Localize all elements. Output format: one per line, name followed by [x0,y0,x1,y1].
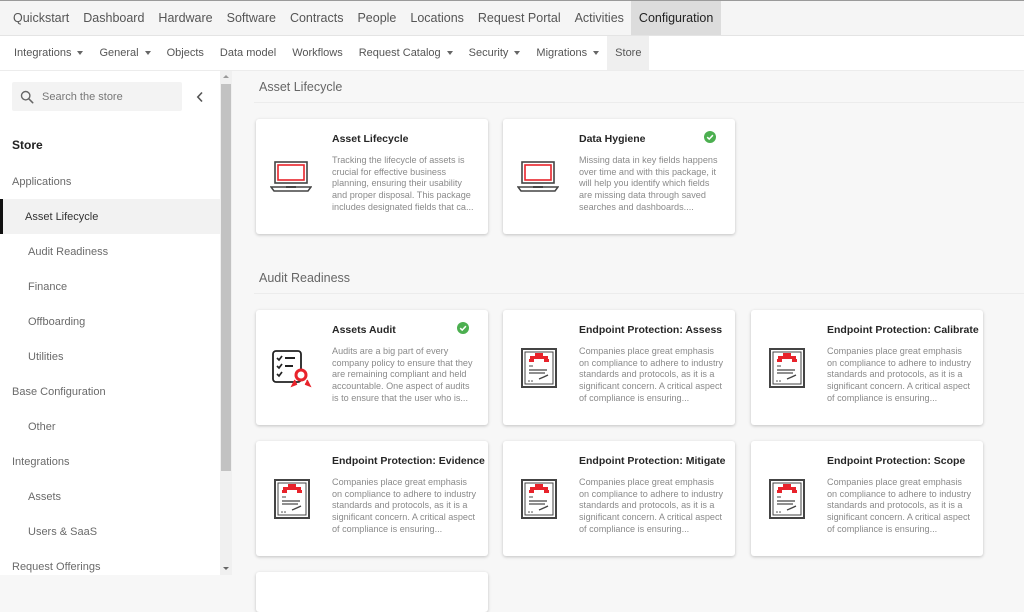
store-search[interactable] [12,82,182,111]
sidebar-item-other[interactable]: Other [0,409,220,444]
scroll-up-arrow-icon[interactable] [223,75,229,78]
certificate-document-icon [769,479,805,519]
scrollbar-thumb[interactable] [221,84,231,471]
laptop-icon [270,161,312,192]
package-card[interactable]: Asset Lifecycle Tracking the lifecycle o… [256,119,488,234]
package-title: Endpoint Protection: Calibrate [827,324,979,336]
package-description: Missing data in key fields happens over … [579,155,718,212]
sub-nav-data-model[interactable]: Data model [212,36,284,70]
sidebar-item-audit-readiness[interactable]: Audit Readiness [0,234,220,269]
top-nav-request-portal[interactable]: Request Portal [471,1,568,35]
sidebar-item-finance[interactable]: Finance [0,269,220,304]
installed-check-icon [457,322,469,334]
certificate-document-icon [521,479,557,519]
top-nav: Quickstart Dashboard Hardware Software C… [0,0,1024,36]
package-card[interactable]: Endpoint Protection: Assess Companies pl… [503,310,735,425]
sidebar-item-utilities[interactable]: Utilities [0,339,220,374]
sub-nav-migrations[interactable]: Migrations [528,36,607,70]
laptop-icon [517,161,559,192]
package-card[interactable]: Assets Audit Audits are a big part of ev… [256,310,488,425]
sub-nav-general[interactable]: General [91,36,158,70]
package-card[interactable]: Endpoint Protection: Calibrate Companies… [751,310,983,425]
sidebar-group-base-configuration[interactable]: Base Configuration [0,374,220,409]
caret-down-icon [77,51,84,55]
sub-nav-label: Security [468,47,509,59]
store-title: Store [12,138,43,152]
sub-nav-store[interactable]: Store [607,36,650,70]
search-input[interactable] [42,90,172,103]
sub-nav-label: Objects [166,47,204,59]
sub-nav-label: Request Catalog [358,47,441,59]
sidebar-group-applications[interactable]: Applications [0,164,220,199]
store-content: Asset Lifecycle Asset Lifecycle Tracking… [232,71,1024,612]
caret-down-icon [446,51,453,55]
sub-nav-objects[interactable]: Objects [159,36,212,70]
sub-nav-workflows[interactable]: Workflows [284,36,351,70]
caret-down-icon [593,51,600,55]
section-divider [254,102,1024,103]
top-nav-contracts[interactable]: Contracts [283,1,351,35]
top-nav-dashboard[interactable]: Dashboard [76,1,151,35]
scroll-down-arrow-icon[interactable] [223,567,229,570]
package-description: Companies place great emphasis on compli… [827,477,972,534]
package-title: Endpoint Protection: Assess [579,324,723,336]
certificate-document-icon [521,348,557,388]
sub-nav-integrations[interactable]: Integrations [6,36,91,70]
package-description: Companies place great emphasis on compli… [579,346,724,403]
caret-down-icon [144,51,151,55]
top-nav-configuration[interactable]: Configuration [630,1,722,35]
package-title: Data Hygiene [579,133,646,145]
sidebar-group-integrations[interactable]: Integrations [0,444,220,479]
package-description: Audits are a big part of every company p… [332,346,473,403]
package-card-partial[interactable] [256,572,488,612]
installed-check-icon [704,131,716,143]
package-description: Companies place great emphasis on compli… [579,477,724,534]
package-card[interactable]: Endpoint Protection: Evidence Companies … [256,441,488,556]
sub-nav: Integrations General Objects Data model … [0,36,1024,71]
sidebar-scrollbar[interactable] [220,71,232,575]
sub-nav-label: Workflows [292,47,343,59]
top-nav-hardware[interactable]: Hardware [151,1,219,35]
caret-down-icon [514,51,521,55]
collapse-sidebar-button[interactable] [193,88,207,106]
sidebar-item-users-saas[interactable]: Users & SaaS [0,514,220,549]
package-title: Endpoint Protection: Scope [827,455,966,467]
sidebar-item-offboarding[interactable]: Offboarding [0,304,220,339]
search-icon [20,90,34,103]
sidebar-item-assets[interactable]: Assets [0,479,220,514]
package-title: Assets Audit [332,324,396,336]
top-nav-people[interactable]: People [350,1,403,35]
top-nav-locations[interactable]: Locations [403,1,471,35]
sub-nav-label: Data model [219,47,277,59]
certificate-document-icon [274,479,310,519]
sub-nav-label: Migrations [536,47,588,59]
store-sidebar: Store Applications Asset Lifecycle Audit… [0,71,220,575]
sidebar-group-request-offerings[interactable]: Request Offerings [0,549,220,575]
sub-nav-label: General [99,47,139,59]
top-nav-quickstart[interactable]: Quickstart [6,1,76,35]
certificate-document-icon [769,348,805,388]
package-card[interactable]: Endpoint Protection: Scope Companies pla… [751,441,983,556]
section-title-asset-lifecycle: Asset Lifecycle [259,80,343,94]
package-title: Asset Lifecycle [332,133,409,145]
package-description: Companies place great emphasis on compli… [827,346,972,403]
package-title: Endpoint Protection: Evidence [332,455,485,467]
top-nav-activities[interactable]: Activities [568,1,631,35]
package-card[interactable]: Endpoint Protection: Mitigate Companies … [503,441,735,556]
store-category-list: Applications Asset Lifecycle Audit Readi… [0,164,220,575]
chevron-left-icon [196,91,203,103]
sidebar-item-asset-lifecycle[interactable]: Asset Lifecycle [0,199,220,234]
package-description: Tracking the lifecycle of assets is cruc… [332,155,474,212]
package-title: Endpoint Protection: Mitigate [579,455,726,467]
top-nav-software[interactable]: Software [220,1,283,35]
sub-nav-security[interactable]: Security [461,36,529,70]
sub-nav-label: Integrations [14,47,72,59]
audit-checklist-icon [272,350,312,388]
sub-nav-request-catalog[interactable]: Request Catalog [351,36,461,70]
sub-nav-label: Store [615,47,642,59]
package-description: Companies place great emphasis on compli… [332,477,477,534]
section-divider [254,293,1024,294]
package-card[interactable]: Data Hygiene Missing data in key fields … [503,119,735,234]
section-title-audit-readiness: Audit Readiness [259,271,351,285]
